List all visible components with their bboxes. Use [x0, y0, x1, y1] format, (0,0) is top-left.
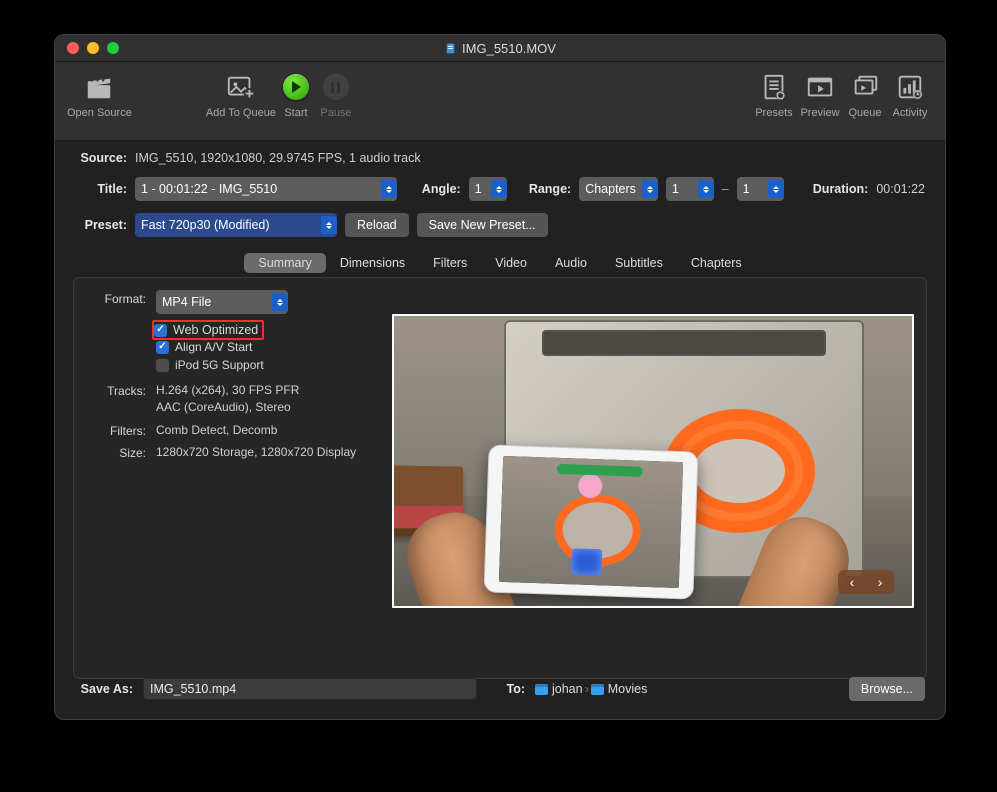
- format-label: Format:: [92, 290, 146, 306]
- tab-audio[interactable]: Audio: [541, 253, 601, 273]
- ipad-in-preview: [483, 444, 698, 599]
- range-label: Range:: [529, 182, 571, 196]
- duration-label: Duration:: [813, 182, 869, 196]
- pause-button: Pause: [316, 70, 356, 119]
- activity-icon: [895, 70, 925, 104]
- format-select[interactable]: MP4 File: [156, 290, 288, 314]
- chevron-updown-icon: [768, 180, 784, 198]
- size-label: Size:: [92, 444, 146, 460]
- chevron-updown-icon: [642, 180, 658, 198]
- browse-button[interactable]: Browse...: [849, 677, 925, 701]
- source-value: IMG_5510, 1920x1080, 29.9745 FPS, 1 audi…: [135, 151, 421, 165]
- angle-select[interactable]: 1: [469, 177, 508, 201]
- add-to-queue-button[interactable]: Add To Queue: [206, 70, 276, 119]
- angle-label: Angle:: [422, 182, 461, 196]
- range-end-select[interactable]: 1: [737, 177, 785, 201]
- presets-button[interactable]: Presets: [751, 70, 797, 119]
- activity-button[interactable]: Activity: [887, 70, 933, 119]
- align-av-checkbox[interactable]: [156, 341, 169, 354]
- pause-icon: [323, 74, 349, 100]
- tab-subtitles[interactable]: Subtitles: [601, 253, 677, 273]
- app-window: IMG_5510.MOV Open Source Add To Queue St…: [54, 34, 946, 720]
- preview-column: ‹ ›: [392, 290, 914, 660]
- toolbar: Open Source Add To Queue Start Pause Pre…: [55, 62, 945, 141]
- config-area: Source: IMG_5510, 1920x1080, 29.9745 FPS…: [55, 141, 945, 253]
- preview-prev-icon[interactable]: ‹: [850, 574, 855, 590]
- preset-select[interactable]: Fast 720p30 (Modified): [135, 213, 337, 237]
- tab-bar: Summary Dimensions Filters Video Audio S…: [73, 253, 927, 273]
- size-value: 1280x720 Storage, 1280x720 Display: [156, 444, 356, 461]
- summary-panel: Format: MP4 File Web Optimized Align A/V…: [73, 277, 927, 679]
- queue-button[interactable]: Queue: [843, 70, 887, 119]
- save-new-preset-button[interactable]: Save New Preset...: [417, 213, 548, 237]
- ipod-5g-checkbox[interactable]: [156, 359, 169, 372]
- tab-dimensions[interactable]: Dimensions: [326, 253, 419, 273]
- image-plus-icon: [226, 70, 256, 104]
- ipod-5g-label: iPod 5G Support: [175, 358, 264, 372]
- folder-icon: [591, 684, 604, 695]
- filters-label: Filters:: [92, 422, 146, 438]
- destination-path[interactable]: johan › Movies: [535, 682, 647, 696]
- presets-icon: [759, 70, 789, 104]
- preview-icon: [805, 70, 835, 104]
- title-select[interactable]: 1 - 00:01:22 - IMG_5510: [135, 177, 397, 201]
- chevron-updown-icon: [698, 180, 714, 198]
- range-dash: –: [722, 182, 729, 196]
- chevron-updown-icon: [321, 216, 337, 234]
- tab-video[interactable]: Video: [481, 253, 541, 273]
- tab-chapters[interactable]: Chapters: [677, 253, 756, 273]
- web-optimized-label: Web Optimized: [173, 323, 258, 337]
- open-source-button[interactable]: Open Source: [67, 70, 132, 119]
- save-as-label: Save As:: [75, 682, 133, 696]
- web-optimized-highlight: Web Optimized: [152, 320, 264, 340]
- start-button[interactable]: Start: [276, 70, 316, 119]
- tracks-value: H.264 (x264), 30 FPS PFR AAC (CoreAudio)…: [156, 382, 299, 416]
- file-icon: [444, 42, 457, 55]
- to-label: To:: [503, 682, 525, 696]
- chevron-right-icon: ›: [585, 682, 589, 696]
- source-label: Source:: [75, 151, 127, 165]
- play-icon: [283, 74, 309, 100]
- preview-button[interactable]: Preview: [797, 70, 843, 119]
- tab-summary[interactable]: Summary: [244, 253, 325, 273]
- queue-icon: [850, 70, 880, 104]
- chevron-updown-icon: [491, 180, 507, 198]
- titlebar: IMG_5510.MOV: [55, 35, 945, 62]
- range-mode-select[interactable]: Chapters: [579, 177, 658, 201]
- reload-button[interactable]: Reload: [345, 213, 409, 237]
- chevron-updown-icon: [381, 180, 397, 198]
- clapperboard-icon: [84, 70, 114, 104]
- range-start-select[interactable]: 1: [666, 177, 714, 201]
- chevron-updown-icon: [272, 293, 288, 311]
- title-label: Title:: [75, 182, 127, 196]
- duration-value: 00:01:22: [876, 182, 925, 196]
- save-as-input[interactable]: IMG_5510.mp4: [143, 678, 477, 700]
- filters-value: Comb Detect, Decomb: [156, 422, 277, 439]
- preview-next-icon[interactable]: ›: [878, 574, 883, 590]
- window-title-text: IMG_5510.MOV: [462, 41, 556, 56]
- preset-label: Preset:: [75, 218, 127, 232]
- folder-icon: [535, 684, 548, 695]
- preview-nav[interactable]: ‹ ›: [838, 570, 894, 594]
- align-av-label: Align A/V Start: [175, 340, 252, 354]
- window-title: IMG_5510.MOV: [55, 41, 945, 56]
- preview-frame: ‹ ›: [392, 314, 914, 608]
- tab-filters[interactable]: Filters: [419, 253, 481, 273]
- web-optimized-checkbox[interactable]: [154, 324, 167, 337]
- save-row: Save As: IMG_5510.mp4 To: johan › Movies…: [75, 677, 925, 701]
- tracks-label: Tracks:: [92, 382, 146, 398]
- settings-column: Format: MP4 File Web Optimized Align A/V…: [92, 290, 372, 660]
